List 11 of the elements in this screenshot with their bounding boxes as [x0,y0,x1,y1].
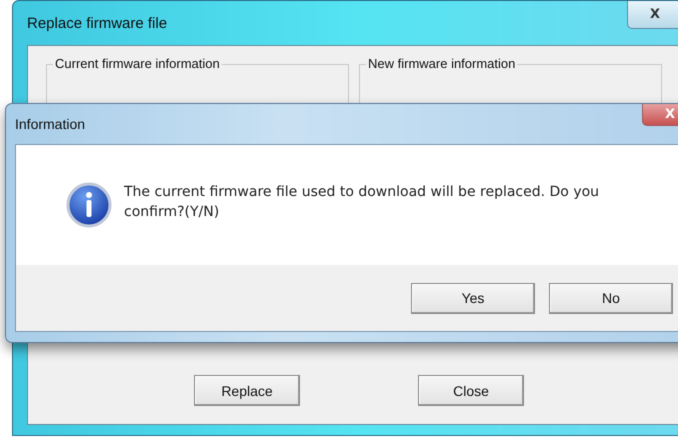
replace-button[interactable]: Replace [194,375,300,406]
info-icon [66,182,112,228]
title-bar-x-button[interactable]: X [627,1,678,29]
window-title: Replace firmware file [27,14,168,32]
dialog-title: Information [15,116,86,132]
group-title: New firmware information [366,56,518,71]
message-text: The current firmware file used to download will be replaced. Do you confirm?(Y/N) [124,183,600,222]
group-title: Current firmware information [53,56,222,71]
close-button[interactable]: Close [418,375,524,406]
yes-button[interactable]: Yes [411,282,535,314]
no-button[interactable]: No [549,282,673,314]
